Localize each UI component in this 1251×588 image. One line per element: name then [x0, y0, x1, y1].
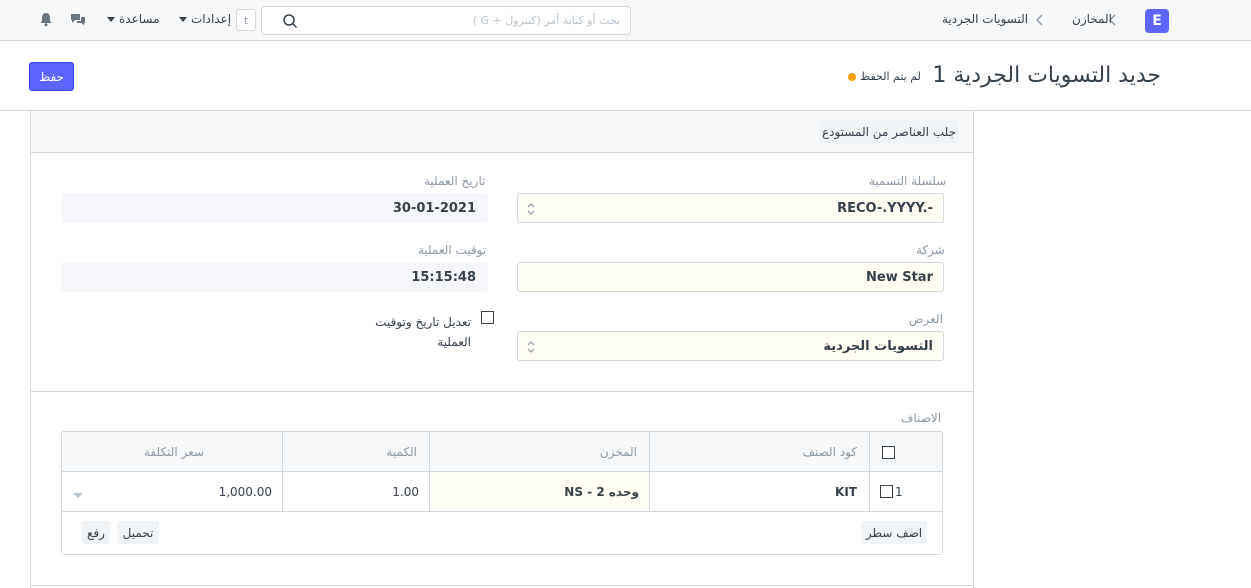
company-value: New Star	[866, 269, 933, 285]
section-divider	[31, 391, 973, 392]
app-logo[interactable]: E	[1145, 9, 1169, 33]
help-dropdown[interactable]: مساعدة	[107, 12, 160, 26]
settings-label: إعدادات	[191, 12, 232, 26]
navbar: E المخازن التسويات الجردية بحث أو كتابة …	[0, 0, 1251, 41]
caret-down-icon	[179, 16, 187, 22]
items-section-label: الاصناف	[901, 411, 942, 425]
row-dropdown-icon[interactable]	[72, 488, 84, 502]
naming-series-select[interactable]: RECO-.YYYY.-	[517, 193, 944, 223]
search-placeholder: بحث أو كتابة أمر (كنترول + G )	[472, 14, 620, 27]
shortcut-key-badge: t	[236, 9, 256, 31]
posting-time-label: توقيت العملية	[418, 243, 487, 257]
select-all-cell	[869, 432, 942, 472]
row-checkbox[interactable]	[880, 485, 893, 498]
column-header-warehouse: المخزن	[429, 432, 649, 472]
form-card: جلب العناصر من المستودع سلسلة التسمية RE…	[30, 111, 974, 588]
purpose-label: الغرض	[909, 312, 943, 326]
purpose-select[interactable]: التسويات الجردية	[517, 331, 944, 361]
table-row[interactable]: 1 KIT وحده 2 - NS 1.00 1,000.00	[62, 472, 942, 512]
posting-time-field[interactable]: 15:15:48	[61, 262, 488, 292]
edit-posting-checkbox[interactable]	[481, 311, 494, 324]
select-all-checkbox[interactable]	[882, 445, 895, 459]
row-index: 1	[895, 484, 903, 499]
chat-icon[interactable]	[70, 12, 86, 28]
naming-series-label: سلسلة التسمية	[869, 174, 947, 188]
company-field[interactable]: New Star	[517, 262, 944, 292]
caret-down-icon	[107, 16, 115, 22]
status-text: لم يتم الحفظ	[860, 70, 921, 83]
download-button[interactable]: تحميل	[117, 521, 159, 544]
valuation-rate-value: 1,000.00	[218, 484, 272, 499]
breadcrumb-stock[interactable]: المخازن	[1072, 12, 1112, 26]
select-arrow-icon	[526, 341, 536, 353]
upload-button[interactable]: رفع	[82, 521, 110, 544]
qty-cell[interactable]: 1.00	[282, 472, 429, 511]
add-row-button[interactable]: اضف سطر	[861, 521, 927, 544]
warehouse-cell[interactable]: وحده 2 - NS	[429, 472, 649, 511]
posting-date-field[interactable]: 30-01-2021	[61, 193, 488, 223]
column-header-valuation-rate: سعر التكلفة	[144, 445, 204, 459]
items-table: كود الصنف المخزن الكمية سعر التكلفة 1 KI…	[61, 431, 943, 555]
table-header: كود الصنف المخزن الكمية سعر التكلفة	[62, 432, 942, 472]
section-divider	[31, 585, 973, 586]
search-icon	[282, 13, 298, 29]
settings-dropdown[interactable]: إعدادات	[179, 12, 231, 26]
status-indicator: لم يتم الحفظ	[848, 70, 921, 83]
item-code-cell[interactable]: KIT	[649, 472, 869, 511]
search-input[interactable]: بحث أو كتابة أمر (كنترول + G )	[261, 6, 631, 35]
edit-posting-label: تعديل تاريخ وتوقيت العملية	[375, 315, 471, 349]
bell-icon[interactable]	[37, 12, 53, 28]
valuation-rate-cell[interactable]: 1,000.00	[62, 472, 282, 511]
posting-date-label: تاريخ العملية	[424, 174, 486, 188]
purpose-value: التسويات الجردية	[823, 338, 933, 354]
row-select-cell: 1	[869, 472, 942, 511]
naming-series-value: RECO-.YYYY.-	[837, 200, 933, 216]
get-items-from-warehouse-button[interactable]: جلب العناصر من المستودع	[819, 120, 959, 143]
column-header-qty: الكمية	[282, 432, 429, 472]
chevron-left-icon	[1034, 13, 1046, 27]
posting-time-value: 15:15:48	[411, 269, 476, 285]
help-label: مساعدة	[119, 12, 160, 26]
save-button[interactable]: حفظ	[29, 62, 74, 91]
company-label: شركة	[916, 243, 945, 257]
page-title: جديد التسويات الجردية 1	[932, 63, 1161, 88]
column-header-item-code: كود الصنف	[649, 432, 869, 472]
form-toolbar: جلب العناصر من المستودع	[31, 111, 973, 153]
status-dot	[848, 72, 856, 81]
breadcrumb-stock-reconciliation[interactable]: التسويات الجردية	[942, 12, 1028, 26]
select-arrow-icon	[526, 203, 536, 215]
posting-date-value: 30-01-2021	[392, 200, 476, 216]
